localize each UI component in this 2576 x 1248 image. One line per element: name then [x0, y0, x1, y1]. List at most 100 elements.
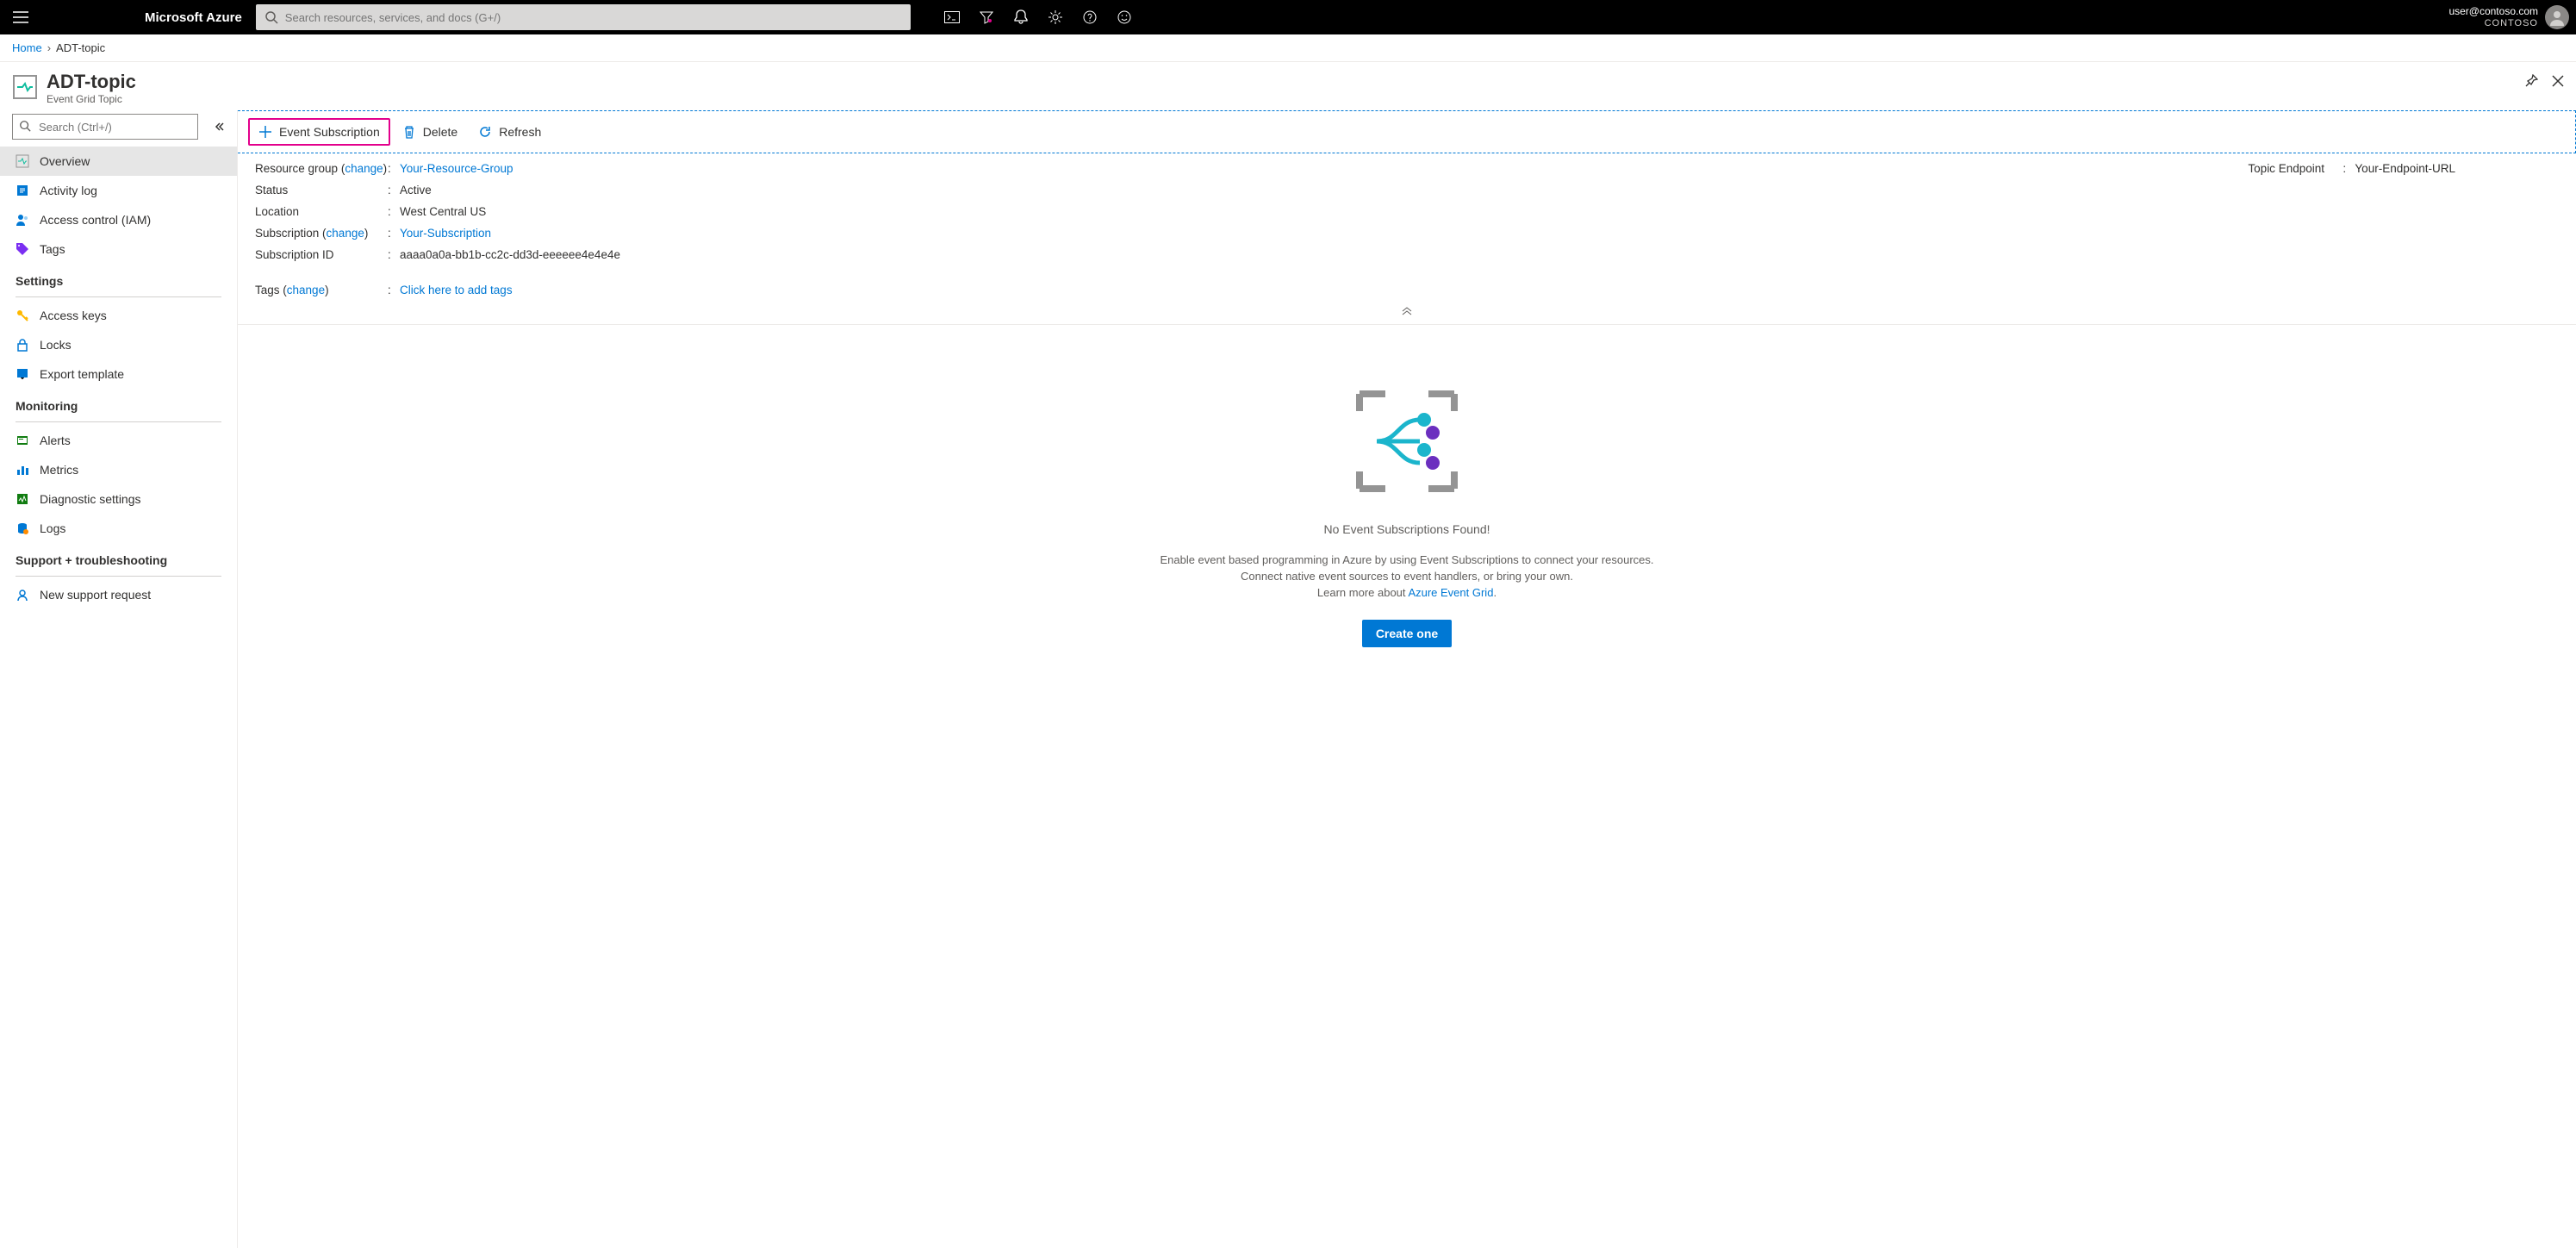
azure-event-grid-link[interactable]: Azure Event Grid [1408, 586, 1493, 599]
help-button[interactable] [1073, 0, 1107, 34]
plus-icon [258, 125, 272, 139]
delete-icon [402, 125, 416, 139]
sidebar-item-export-template[interactable]: Export template [0, 359, 237, 389]
change-link[interactable]: change [345, 162, 383, 175]
event-grid-topic-icon [12, 74, 38, 100]
refresh-button[interactable]: Refresh [470, 118, 550, 146]
sidebar-item-overview[interactable]: Overview [0, 147, 237, 176]
sidebar-item-access-control[interactable]: Access control (IAM) [0, 205, 237, 234]
sidebar-item-alerts[interactable]: Alerts [0, 426, 237, 455]
sidebar-item-locks[interactable]: Locks [0, 330, 237, 359]
sidebar-item-diagnostic-settings[interactable]: Diagnostic settings [0, 484, 237, 514]
event-grid-empty-icon [1342, 385, 1472, 500]
delete-button[interactable]: Delete [394, 118, 466, 146]
avatar [2545, 5, 2569, 29]
change-link[interactable]: change [327, 227, 364, 240]
alerts-icon [16, 434, 29, 447]
diagnostic-icon [16, 492, 29, 506]
button-label: Delete [423, 125, 457, 139]
activity-log-icon [16, 184, 29, 197]
overview-icon [16, 154, 29, 168]
sidebar-group-monitoring: Monitoring [0, 389, 237, 418]
essentials-row-subscription-id: Subscription ID : aaaa0a0a-bb1b-cc2c-dd3… [255, 248, 620, 261]
essentials-row-tags: Tags (change) : Click here to add tags [255, 284, 620, 296]
chevron-double-left-icon [215, 122, 225, 132]
close-icon [2552, 75, 2564, 87]
directories-button[interactable] [969, 0, 1004, 34]
empty-state: No Event Subscriptions Found! Enable eve… [238, 325, 2576, 708]
collapse-essentials-button[interactable] [238, 305, 2576, 324]
pin-button[interactable] [2524, 74, 2538, 90]
pin-icon [2524, 74, 2538, 88]
sidebar-item-label: Export template [40, 367, 124, 381]
hamburger-menu-button[interactable] [0, 0, 41, 34]
endpoint-value: Your-Endpoint-URL [2355, 162, 2455, 175]
chevron-double-up-icon [1401, 307, 1413, 315]
essentials-panel: Resource group (change) : Your-Resource-… [238, 153, 2576, 305]
sidebar-item-activity-log[interactable]: Activity log [0, 176, 237, 205]
sidebar-group-support: Support + troubleshooting [0, 543, 237, 572]
essentials-row-subscription: Subscription (change) : Your-Subscriptio… [255, 227, 620, 240]
brand-label: Microsoft Azure [41, 10, 256, 25]
filter-icon [980, 10, 993, 24]
user-account-menu[interactable]: user@contoso.com CONTOSO [2448, 5, 2576, 29]
gear-icon [1048, 9, 1063, 25]
cloud-shell-icon [944, 11, 960, 23]
create-one-button[interactable]: Create one [1362, 620, 1452, 647]
sidebar-search-input[interactable] [12, 114, 198, 140]
command-bar: Event Subscription Delete Refresh [238, 110, 2576, 153]
event-subscription-button[interactable]: Event Subscription [248, 118, 390, 146]
sidebar-group-settings: Settings [0, 264, 237, 293]
sidebar-item-label: Tags [40, 242, 65, 256]
feedback-button[interactable] [1107, 0, 1142, 34]
sidebar-item-logs[interactable]: Logs [0, 514, 237, 543]
resource-group-link[interactable]: Your-Resource-Group [400, 162, 513, 175]
essentials-row-status: Status : Active [255, 184, 620, 197]
global-search-input[interactable] [256, 4, 911, 30]
breadcrumb-home[interactable]: Home [12, 41, 42, 54]
button-label: Refresh [499, 125, 541, 139]
sidebar-item-label: Alerts [40, 434, 71, 447]
sidebar-item-metrics[interactable]: Metrics [0, 455, 237, 484]
sidebar: Overview Activity log Access control (IA… [0, 110, 237, 1248]
help-icon [1083, 10, 1097, 24]
tags-icon [16, 242, 29, 256]
page-header: ADT-topic Event Grid Topic [0, 62, 2576, 110]
field-label: Location [255, 205, 388, 218]
location-value: West Central US [400, 205, 486, 218]
cloud-shell-button[interactable] [935, 0, 969, 34]
sidebar-item-label: Diagnostic settings [40, 492, 141, 506]
essentials-row-location: Location : West Central US [255, 205, 620, 218]
close-button[interactable] [2552, 75, 2564, 90]
key-icon [16, 309, 29, 322]
main-content: Event Subscription Delete Refresh Resour… [237, 110, 2576, 1248]
lock-icon [16, 338, 29, 352]
field-label: Resource group [255, 162, 338, 175]
sidebar-item-tags[interactable]: Tags [0, 234, 237, 264]
change-link[interactable]: change [287, 284, 325, 296]
refresh-icon [478, 125, 492, 139]
field-label: Subscription ID [255, 248, 388, 261]
essentials-row-resource-group: Resource group (change) : Your-Resource-… [255, 162, 620, 175]
empty-description: Enable event based programming in Azure … [1160, 552, 1653, 601]
chevron-right-icon: › [47, 41, 51, 54]
notifications-button[interactable] [1004, 0, 1038, 34]
field-label: Tags [255, 284, 280, 296]
top-bar: Microsoft Azure user@contoso.com CONTOSO [0, 0, 2576, 34]
sidebar-item-label: Activity log [40, 184, 97, 197]
field-label: Status [255, 184, 388, 197]
collapse-sidebar-button[interactable] [209, 116, 230, 137]
sidebar-item-new-support-request[interactable]: New support request [0, 580, 237, 609]
status-value: Active [400, 184, 432, 197]
access-control-icon [16, 213, 29, 227]
sidebar-item-access-keys[interactable]: Access keys [0, 301, 237, 330]
feedback-icon [1117, 10, 1131, 24]
field-label: Topic Endpoint [2248, 162, 2343, 175]
essentials-row-topic-endpoint: Topic Endpoint : Your-Endpoint-URL [2248, 162, 2455, 175]
page-title: ADT-topic [47, 71, 136, 93]
breadcrumb-current: ADT-topic [56, 41, 105, 54]
subscription-link[interactable]: Your-Subscription [400, 227, 491, 240]
button-label: Event Subscription [279, 125, 380, 139]
settings-button[interactable] [1038, 0, 1073, 34]
add-tags-link[interactable]: Click here to add tags [400, 284, 513, 296]
